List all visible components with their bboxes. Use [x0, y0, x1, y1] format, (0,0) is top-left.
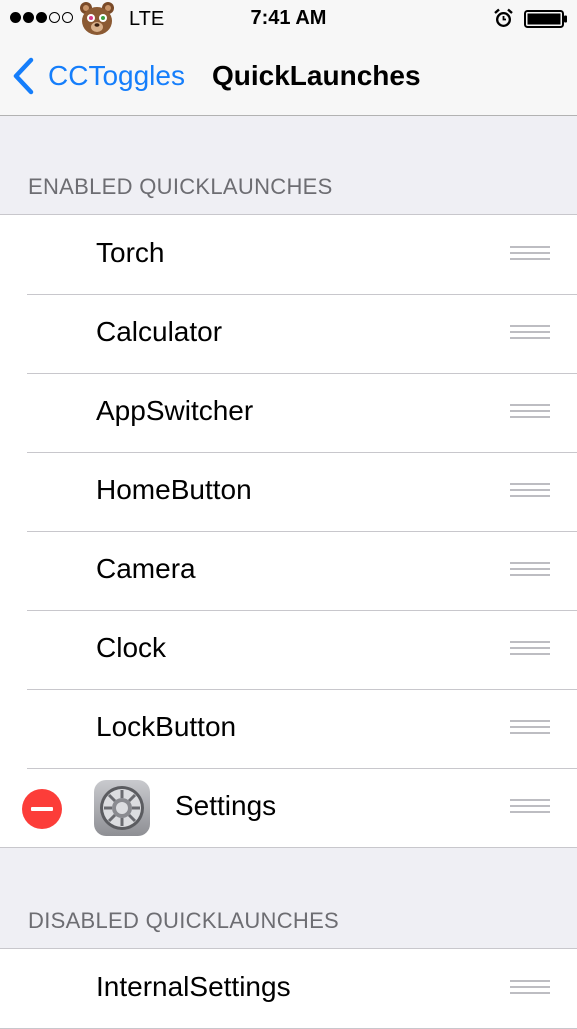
status-bar: LTE 7:41 AM — [0, 0, 577, 38]
list-item-label: AppSwitcher — [96, 395, 254, 426]
list-item-internalsettings[interactable]: InternalSettings — [0, 949, 577, 1028]
list-item-camera[interactable]: Camera — [0, 531, 577, 610]
list-item-calculator[interactable]: Calculator — [0, 294, 577, 373]
reorder-handle-icon[interactable] — [510, 325, 550, 341]
navigation-bar: CCToggles QuickLaunches — [0, 38, 577, 116]
reorder-handle-icon[interactable] — [510, 799, 550, 815]
list-item-label: LockButton — [96, 711, 237, 742]
status-time: 7:41 AM — [250, 7, 327, 29]
enabled-list: Torch Calculator AppSwitcher HomeButton … — [0, 214, 577, 848]
list-item-lockbutton[interactable]: LockButton — [0, 689, 577, 768]
reorder-handle-icon[interactable] — [510, 483, 550, 499]
reorder-handle-icon[interactable] — [510, 641, 550, 657]
list-item-label: Torch — [96, 237, 165, 268]
back-button-label: CCToggles — [48, 60, 185, 91]
list-item-label: InternalSettings — [96, 971, 291, 1002]
list-item-label: Camera — [96, 553, 196, 584]
settings-gear-icon — [94, 780, 150, 836]
reorder-handle-icon[interactable] — [510, 562, 550, 578]
chevron-left-icon — [13, 57, 34, 95]
reorder-handle-icon[interactable] — [510, 720, 550, 736]
back-button[interactable]: CCToggles — [12, 57, 185, 95]
list-item-label: Calculator — [96, 316, 223, 347]
list-item-label: Settings — [175, 790, 277, 821]
list-item-homebutton[interactable]: HomeButton — [0, 452, 577, 531]
battery-icon — [524, 10, 567, 28]
list-item-label: Clock — [96, 632, 167, 663]
list-item-appswitcher[interactable]: AppSwitcher — [0, 373, 577, 452]
disabled-list: InternalSettings — [0, 948, 577, 1029]
reorder-handle-icon[interactable] — [510, 404, 550, 420]
disabled-section-header: DISABLED QUICKLAUNCHES — [28, 908, 340, 933]
list-item-clock[interactable]: Clock — [0, 610, 577, 689]
page-title: QuickLaunches — [212, 60, 421, 91]
enabled-section-header: ENABLED QUICKLAUNCHES — [28, 174, 333, 199]
delete-button[interactable] — [22, 789, 62, 829]
list-item-torch[interactable]: Torch — [0, 215, 577, 294]
reorder-handle-icon[interactable] — [510, 980, 550, 996]
alarm-icon — [494, 8, 513, 27]
reorder-handle-icon[interactable] — [510, 246, 550, 262]
list-item-label: HomeButton — [96, 474, 252, 505]
list-item-settings[interactable]: Settings — [0, 768, 577, 847]
